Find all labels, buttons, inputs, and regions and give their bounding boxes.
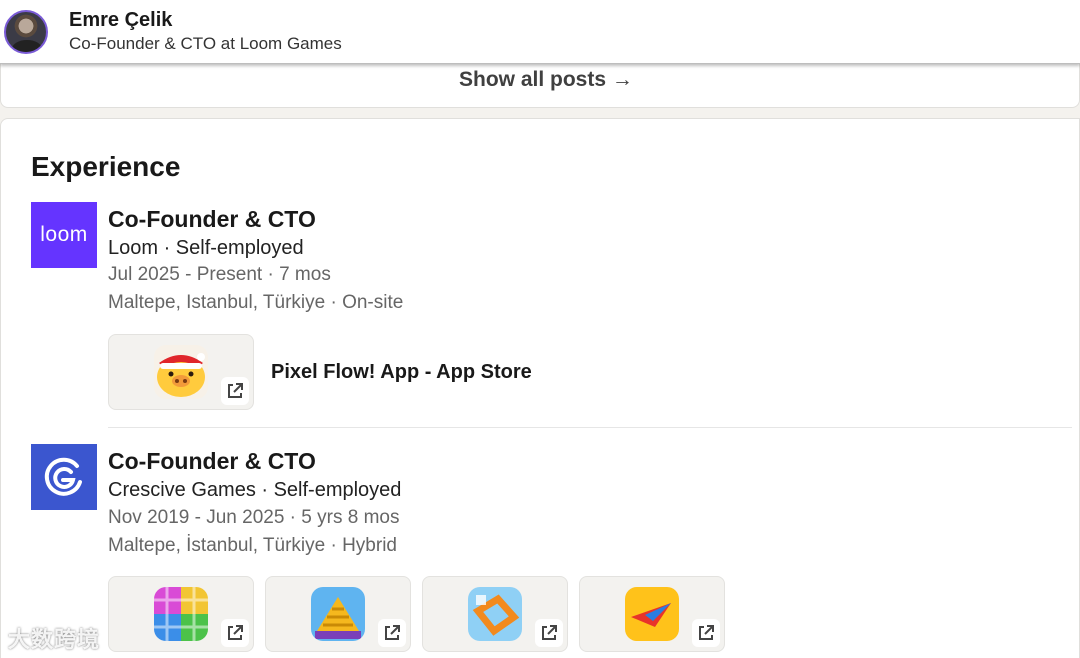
avatar[interactable]: [4, 9, 48, 54]
avatar-silhouette: [12, 39, 42, 52]
header-text: Emre Çelik Co-Founder & CTO at Loom Game…: [69, 8, 342, 55]
loom-logo-text: loom: [40, 223, 88, 246]
job-dates: Nov 2019 - Jun 2025 · 5 yrs 8 mos: [108, 507, 400, 528]
media-thumbnail[interactable]: [579, 576, 725, 652]
yarn-puzzle-app-icon: [154, 587, 208, 641]
job-company[interactable]: Loom · Self-employed: [108, 235, 304, 261]
media-thumbnail[interactable]: [422, 576, 568, 652]
external-link-icon: [221, 377, 249, 405]
job-dates: Jul 2025 - Present · 7 mos: [108, 264, 331, 285]
job-title: Co-Founder & CTO: [108, 206, 316, 232]
orange-frame-app-icon: [468, 587, 522, 641]
job-location: Maltepe, İstanbul, Türkiye · Hybrid: [108, 535, 397, 556]
external-link-icon: [221, 619, 249, 647]
watermark: 大数跨境: [8, 622, 100, 654]
paper-plane-app-icon: [625, 587, 679, 641]
watermark-text: 大数跨境: [8, 627, 101, 652]
media-thumbnail[interactable]: [108, 334, 254, 410]
job-location: Maltepe, Istanbul, Türkiye · On-site: [108, 292, 404, 313]
crescive-company-logo[interactable]: [31, 444, 97, 510]
experience-section-title: Experience: [31, 151, 181, 182]
job-title: Co-Founder & CTO: [108, 448, 316, 474]
crescive-logo-mark-icon: [44, 457, 82, 496]
media-thumbnail[interactable]: [108, 576, 254, 652]
gold-blocks-app-icon: [311, 587, 365, 641]
pig-santa-app-icon: [154, 345, 208, 399]
divider: [108, 427, 1072, 428]
job-company[interactable]: Crescive Games · Self-employed: [108, 477, 401, 503]
profile-name[interactable]: Emre Çelik: [69, 8, 342, 32]
loom-company-logo[interactable]: loom: [31, 202, 97, 268]
media-link-title[interactable]: Pixel Flow! App - App Store: [271, 359, 532, 385]
external-link-icon: [378, 619, 406, 647]
external-link-icon: [535, 619, 563, 647]
show-all-posts-link[interactable]: Show all posts →: [459, 66, 633, 94]
profile-headline: Co-Founder & CTO at Loom Games: [69, 34, 342, 53]
external-link-icon: [692, 619, 720, 647]
media-thumbnail[interactable]: [265, 576, 411, 652]
profile-sticky-header: Emre Çelik Co-Founder & CTO at Loom Game…: [0, 0, 1080, 64]
